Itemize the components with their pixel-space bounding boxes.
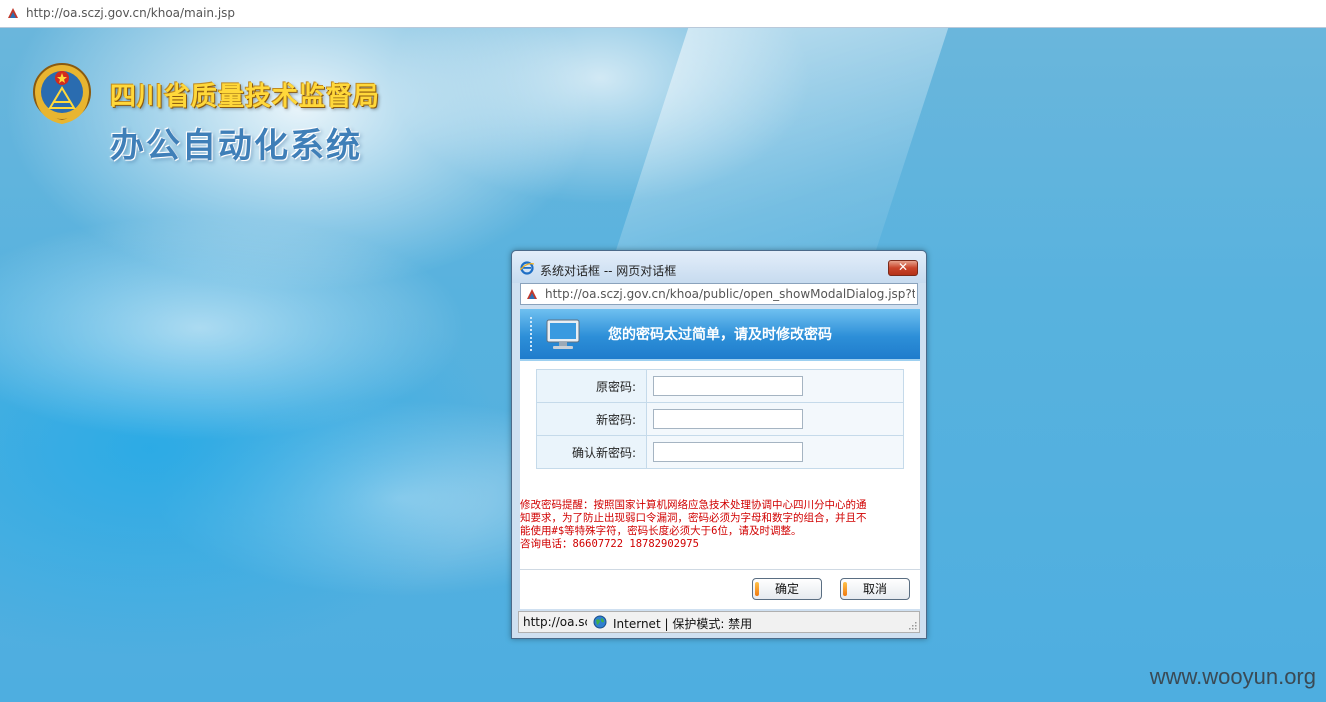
button-accent — [843, 582, 847, 596]
banner-dots — [530, 317, 534, 351]
dialog-title: 系统对话框 -- 网页对话框 — [540, 264, 677, 278]
notice-line: 能使用#$等特殊字符，密码长度必须大于6位，请及时调整。 — [520, 525, 802, 537]
notice-line: 知要求，为了防止出现弱口令漏洞，密码必须为字母和数字的组合，并且不 — [520, 512, 867, 524]
form-row-confirm-password: 确认新密码: — [536, 435, 904, 469]
ie-icon — [520, 261, 534, 275]
dialog-button-row: 确定 取消 — [520, 569, 920, 609]
password-form: 原密码: 新密码: 确认新密码: — [536, 369, 904, 469]
password-notice: 修改密码提醒：按照国家计算机网络应急技术处理协调中心四川分中心的通 知要求，为了… — [520, 499, 918, 551]
dialog-url: http://oa.sczj.gov.cn/khoa/public/open_s… — [545, 287, 915, 301]
cancel-button-label: 取消 — [862, 582, 887, 596]
watermark: www.wooyun.org — [1149, 664, 1316, 689]
resize-grip-icon[interactable] — [909, 622, 917, 630]
address-url[interactable]: http://oa.sczj.gov.cn/khoa/main.jsp — [26, 6, 235, 20]
button-accent — [755, 582, 759, 596]
dialog-titlebar[interactable]: 系统对话框 -- 网页对话框 ✕ — [512, 251, 926, 283]
new-password-input[interactable] — [653, 409, 803, 429]
form-row-new-password: 新密码: — [536, 402, 904, 436]
confirm-password-label: 确认新密码: — [536, 435, 647, 469]
close-button[interactable]: ✕ — [888, 260, 918, 276]
form-row-old-password: 原密码: — [536, 369, 904, 403]
dialog-url-bar: http://oa.sczj.gov.cn/khoa/public/open_s… — [520, 283, 918, 305]
dialog-banner: 您的密码太过简单，请及时修改密码 — [520, 309, 920, 361]
confirm-button[interactable]: 确定 — [752, 578, 822, 600]
new-password-cell — [646, 402, 904, 436]
emblem-icon — [33, 63, 91, 125]
old-password-input[interactable] — [653, 376, 803, 396]
old-password-label: 原密码: — [536, 369, 647, 403]
old-password-cell — [646, 369, 904, 403]
dialog-heading: 您的密码太过简单，请及时修改密码 — [608, 327, 832, 343]
monitor-icon — [546, 319, 580, 349]
new-password-label: 新密码: — [536, 402, 647, 436]
org-name: 四川省质量技术监督局 — [110, 82, 381, 112]
site-icon — [6, 6, 20, 20]
notice-line: 修改密码提醒：按照国家计算机网络应急技术处理协调中心四川分中心的通 — [520, 499, 867, 511]
status-zone: Internet | 保护模式: 禁用 — [613, 617, 753, 631]
confirm-button-label: 确定 — [774, 582, 799, 596]
globe-icon — [593, 615, 607, 629]
confirm-password-input[interactable] — [653, 442, 803, 462]
site-icon — [527, 289, 537, 299]
status-url: http://oa.sczj.gov.cn — [523, 615, 587, 629]
cancel-button[interactable]: 取消 — [840, 578, 910, 600]
dialog-content: 您的密码太过简单，请及时修改密码 原密码: 新密码: 确认新密码: 修改密码提醒… — [520, 309, 920, 609]
system-name: 办公自动化系统 — [110, 126, 362, 166]
confirm-password-cell — [646, 435, 904, 469]
dialog-status-bar: http://oa.sczj.gov.cn Internet | 保护模式: 禁… — [518, 611, 920, 633]
notice-phone: 咨询电话：86607722 18782902975 — [520, 538, 699, 550]
address-bar[interactable]: http://oa.sczj.gov.cn/khoa/main.jsp — [0, 0, 1326, 28]
change-password-dialog: 系统对话框 -- 网页对话框 ✕ http://oa.sczj.gov.cn/k… — [511, 250, 927, 639]
